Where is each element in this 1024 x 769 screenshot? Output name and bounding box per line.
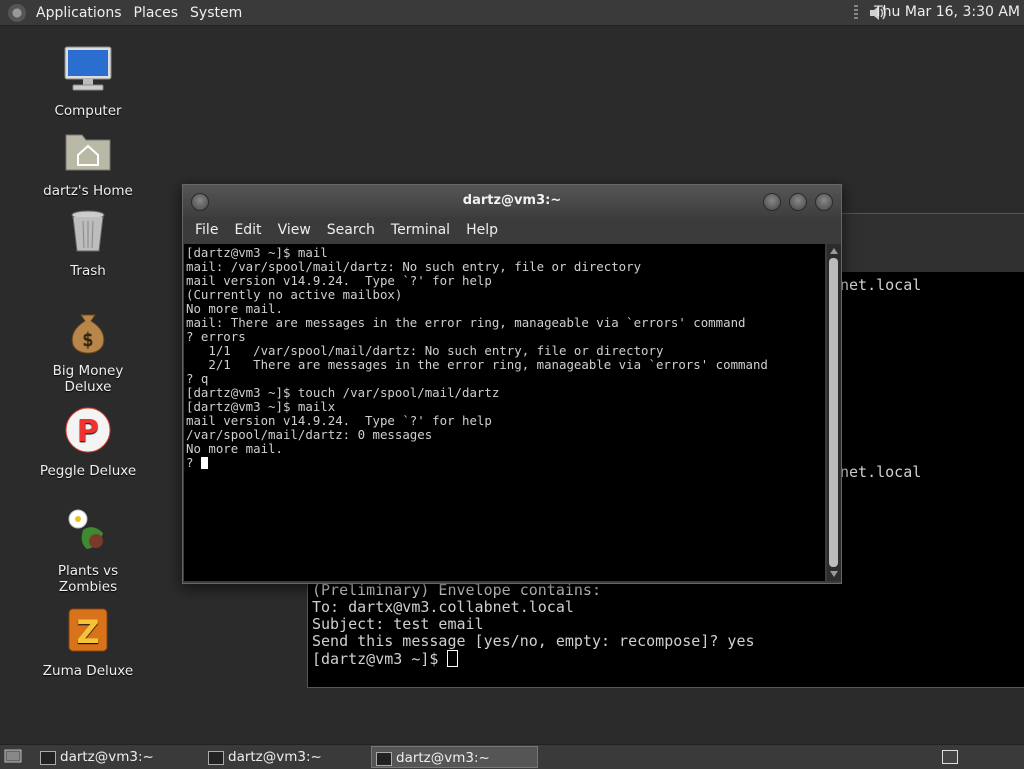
terminal-line: No more mail. (186, 441, 283, 456)
terminal-line: 1/1 /var/spool/mail/dartz: No such entry… (186, 343, 664, 358)
terminal-line: To: dartx@vm3.collabnet.local (312, 598, 574, 616)
terminal-line: ? errors (186, 329, 246, 344)
menu-search[interactable]: Search (319, 222, 383, 238)
menu-places[interactable]: Places (128, 5, 185, 21)
desktop-icon-label: Big Money Deluxe (52, 363, 124, 395)
terminal-line: (Currently no active mailbox) (186, 287, 403, 302)
desktop-icon-plants-vs-zombies[interactable]: Plants vs Zombies (28, 505, 148, 595)
terminal-icon (376, 752, 392, 766)
terminal-prompt: ? (186, 455, 201, 470)
desktop-icon-label: Zuma Deluxe (42, 663, 134, 679)
desktop-icon-big-money[interactable]: $ Big Money Deluxe (28, 305, 148, 395)
panel-separator (854, 5, 858, 20)
minimize-button[interactable] (763, 193, 781, 211)
peggle-icon: P (65, 407, 111, 453)
terminal-line: mail: /var/spool/mail/dartz: No such ent… (186, 259, 642, 274)
terminal-line: (Preliminary) Envelope contains: (312, 581, 601, 599)
svg-text:$: $ (82, 329, 93, 350)
main-menu: Applications Places System (0, 0, 248, 25)
desktop-icon-zuma[interactable]: Z Zuma Deluxe (28, 605, 148, 679)
terminal-prompt-line: ? (186, 456, 825, 470)
scroll-down-arrow-icon[interactable] (830, 571, 838, 577)
zuma-icon: Z (68, 608, 108, 652)
close-button[interactable] (815, 193, 833, 211)
taskbar-button-terminal-1[interactable]: dartz@vm3:~ (36, 746, 196, 768)
top-panel: Applications Places System Thu Mar 16, 3… (0, 0, 1024, 26)
desktop-icon-trash[interactable]: Trash (28, 205, 148, 279)
desktop-icon-peggle[interactable]: P Peggle Deluxe (28, 405, 148, 479)
menu-file[interactable]: File (187, 222, 226, 238)
terminal-icon (208, 751, 224, 765)
menu-system[interactable]: System (184, 5, 248, 21)
money-bag-icon: $ (71, 314, 105, 354)
maximize-button[interactable] (789, 193, 807, 211)
svg-text:P: P (77, 414, 99, 449)
terminal-line: mail version v14.9.24. Type `?' for help (186, 273, 492, 288)
terminal-line: Send this message [yes/no, empty: recomp… (312, 632, 755, 650)
terminal-prompt-line: [dartz@vm3 ~]$ (312, 650, 459, 668)
svg-text:Z: Z (76, 613, 99, 651)
terminal-cursor (447, 650, 459, 667)
terminal-scrollbar[interactable] (827, 244, 841, 581)
taskbar-button-label: dartz@vm3:~ (60, 749, 154, 765)
terminal-line: [dartz@vm3 ~]$ touch /var/spool/mail/dar… (186, 385, 500, 400)
terminal-line: [dartz@vm3 ~]$ mailx (186, 399, 336, 414)
terminal-titlebar[interactable]: dartz@vm3:~ (183, 185, 841, 217)
terminal-screen[interactable]: [dartz@vm3 ~]$ mail mail: /var/spool/mai… (184, 244, 825, 581)
menu-help[interactable]: Help (458, 222, 506, 238)
menu-view[interactable]: View (270, 222, 319, 238)
scroll-up-arrow-icon[interactable] (830, 248, 838, 254)
window-title: dartz@vm3:~ (462, 193, 562, 208)
terminal-menubar: File Edit View Search Terminal Help (183, 217, 841, 243)
taskbar: dartz@vm3:~ dartz@vm3:~ dartz@vm3:~ (0, 744, 1024, 769)
taskbar-button-terminal-3[interactable]: dartz@vm3:~ (371, 746, 538, 768)
desktop-icon-label: Computer (54, 103, 122, 119)
scrollbar-thumb[interactable] (829, 258, 838, 567)
terminal-line: Subject: test email (312, 615, 484, 633)
terminal-text-fragment: net.local (840, 276, 922, 294)
terminal-text-fragment: net.local (840, 463, 922, 481)
desktop-icon-label: Plants vs Zombies (57, 563, 119, 595)
trash-icon (71, 210, 105, 252)
plants-icon (68, 509, 103, 549)
show-desktop-icon[interactable] (4, 748, 22, 764)
menu-applications[interactable]: Applications (30, 5, 128, 21)
terminal-line: 2/1 There are messages in the error ring… (186, 357, 768, 372)
terminal-icon (40, 751, 56, 765)
terminal-line: mail: There are messages in the error ri… (186, 315, 746, 330)
computer-icon (64, 46, 112, 91)
desktop-icon-home[interactable]: dartz's Home (28, 125, 148, 199)
terminal-cursor (200, 457, 208, 469)
terminal-line: ? q (186, 371, 209, 386)
applications-icon[interactable] (8, 3, 26, 22)
desktop-icon-computer[interactable]: Computer (28, 45, 148, 119)
taskbar-button-label: dartz@vm3:~ (228, 749, 322, 765)
desktop-icon-label: Peggle Deluxe (39, 463, 137, 479)
terminal-line: /var/spool/mail/dartz: 0 messages (186, 427, 433, 442)
workspace-switcher[interactable] (942, 750, 958, 764)
taskbar-button-label: dartz@vm3:~ (396, 750, 490, 766)
terminal-window-front[interactable]: dartz@vm3:~ File Edit View Search Termin… (182, 184, 842, 584)
desktop-icon-label: Trash (70, 263, 106, 279)
desktop-icon-label: dartz's Home (43, 183, 133, 199)
clock[interactable]: Thu Mar 16, 3:30 AM (874, 4, 1020, 20)
terminal-line: [dartz@vm3 ~]$ mail (186, 245, 328, 260)
taskbar-button-terminal-2[interactable]: dartz@vm3:~ (204, 746, 364, 768)
terminal-line: mail version v14.9.24. Type `?' for help (186, 413, 492, 428)
menu-terminal[interactable]: Terminal (383, 222, 458, 238)
menu-edit[interactable]: Edit (226, 222, 269, 238)
terminal-line: No more mail. (186, 301, 283, 316)
home-folder-icon (65, 134, 111, 171)
window-menu-button[interactable] (191, 193, 209, 211)
terminal-prompt: [dartz@vm3 ~]$ (312, 650, 448, 668)
